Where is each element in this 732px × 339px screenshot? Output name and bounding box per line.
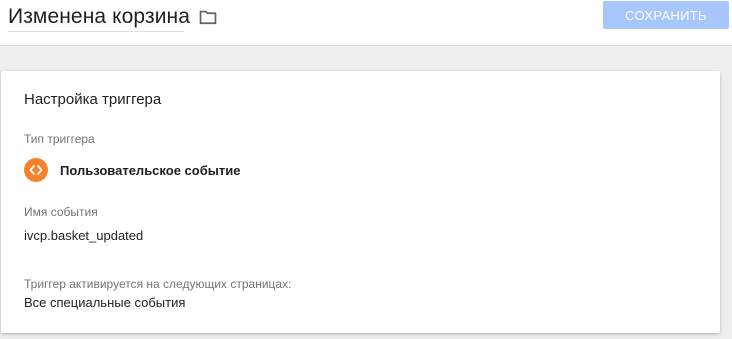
trigger-config-card[interactable]: Настройка триггера Тип триггера Пользова… (1, 71, 720, 333)
trigger-type-label: Тип триггера (24, 132, 95, 146)
custom-event-icon (24, 158, 48, 182)
event-name-value: ivcp.basket_updated (24, 228, 144, 243)
top-bar: Изменена корзина СОХРАНИТЬ (0, 0, 732, 46)
fires-on-value: Все специальные события (24, 295, 186, 310)
folder-icon[interactable] (197, 7, 219, 27)
fires-on-label: Триггер активируется на следующих страни… (24, 277, 292, 291)
trigger-type-value: Пользовательское событие (60, 163, 241, 178)
card-title: Настройка триггера (24, 91, 162, 108)
trigger-name-underline (8, 31, 184, 32)
event-name-label: Имя события (24, 205, 98, 219)
save-button[interactable]: СОХРАНИТЬ (603, 1, 729, 29)
trigger-name-field[interactable]: Изменена корзина (8, 5, 190, 29)
